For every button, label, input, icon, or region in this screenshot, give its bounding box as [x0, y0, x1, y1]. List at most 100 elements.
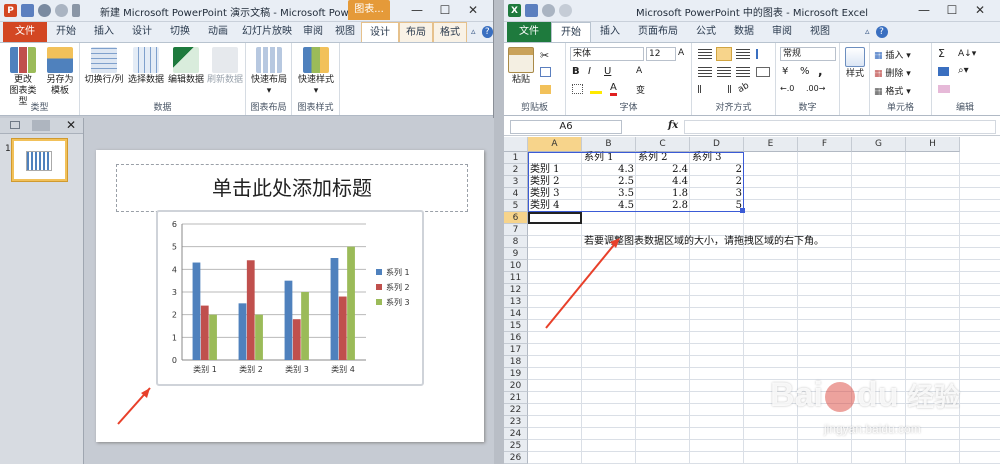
tab-review[interactable]: 审阅 [297, 22, 329, 42]
row-header[interactable]: 22 [504, 404, 528, 416]
customize-toolbar-icon[interactable] [72, 4, 80, 17]
slide-thumbnail[interactable] [12, 139, 67, 181]
save-as-template-button[interactable]: 另存为 模板 [44, 47, 76, 97]
minimize-icon[interactable]: — [403, 0, 431, 20]
autosum-icon[interactable]: Σ [938, 47, 945, 60]
currency-icon[interactable]: ¥ [782, 66, 788, 77]
row-header[interactable]: 14 [504, 308, 528, 320]
font-name-select[interactable]: 宋体 [570, 47, 644, 61]
row-header[interactable]: 13 [504, 296, 528, 308]
font-color-icon[interactable]: A [610, 82, 617, 96]
maximize-icon[interactable]: ☐ [431, 0, 459, 20]
tab-file[interactable]: 文件 [3, 22, 47, 42]
close-icon[interactable]: ✕ [966, 0, 994, 20]
row-header[interactable]: 11 [504, 272, 528, 284]
row-header[interactable]: 20 [504, 380, 528, 392]
save-icon[interactable] [21, 4, 34, 17]
insert-cells-button[interactable]: ▦ 插入 ▾ [874, 48, 911, 61]
save-icon[interactable] [525, 4, 538, 17]
tab-insert[interactable]: 插入 [85, 22, 123, 42]
fill-color-icon[interactable] [590, 84, 602, 94]
row-header[interactable]: 18 [504, 356, 528, 368]
copy-icon[interactable] [540, 67, 551, 77]
close-icon[interactable]: ✕ [459, 0, 487, 20]
column-header[interactable]: H [906, 137, 960, 152]
clustered-bar-chart[interactable]: 0 1 2 3 4 5 6 类别 1 类别 2 类别 3 类别 4 系列 1 系列 2 系列 3 [158, 212, 422, 384]
column-header[interactable]: D [690, 137, 744, 152]
decrease-decimal-icon[interactable]: .00→ [806, 84, 825, 93]
tab-home[interactable]: 开始 [551, 22, 591, 42]
tab-chart-layout[interactable]: 布局 [399, 22, 433, 42]
delete-cells-button[interactable]: ▦ 删除 ▾ [874, 66, 911, 79]
bold-icon[interactable]: B [572, 66, 580, 77]
align-right-icon[interactable] [736, 67, 750, 77]
range-resize-handle[interactable] [740, 208, 745, 213]
row-header[interactable]: 16 [504, 332, 528, 344]
change-chart-type-button[interactable]: 更改 图表类型 [6, 47, 40, 108]
clear-icon[interactable] [938, 85, 950, 93]
powerpoint-app-icon[interactable]: P [4, 4, 17, 17]
tab-design[interactable]: 设计 [123, 22, 161, 42]
redo-icon[interactable] [559, 4, 572, 17]
shrink-font-icon[interactable]: A [636, 66, 642, 76]
align-bottom-icon[interactable] [736, 49, 750, 59]
tab-home[interactable]: 开始 [47, 22, 85, 42]
quick-styles-button[interactable]: 快速样式 ▾ [295, 47, 337, 97]
tab-animations[interactable]: 动画 [199, 22, 237, 42]
grow-font-icon[interactable]: A [678, 48, 684, 58]
row-header[interactable]: 15 [504, 320, 528, 332]
fill-icon[interactable] [938, 67, 949, 76]
help-icon[interactable]: ? [481, 26, 493, 38]
row-header[interactable]: 23 [504, 416, 528, 428]
help-icon[interactable]: ? [875, 26, 888, 38]
tab-view[interactable]: 视图 [329, 22, 361, 42]
active-cell[interactable] [528, 212, 582, 224]
column-header[interactable]: C [636, 137, 690, 152]
ribbon-collapse-icon[interactable]: ▵ [865, 22, 870, 42]
quick-layout-button[interactable]: 快速布局 ▾ [249, 47, 289, 97]
excel-app-icon[interactable]: X [508, 4, 521, 17]
maximize-icon[interactable]: ☐ [938, 0, 966, 20]
row-header[interactable]: 5 [504, 200, 528, 212]
formula-input[interactable] [684, 120, 996, 134]
row-header[interactable]: 7 [504, 224, 528, 236]
cut-icon[interactable]: ✂ [540, 49, 549, 62]
tab-data[interactable]: 数据 [725, 22, 763, 42]
sort-filter-icon[interactable]: A↓▾ [958, 49, 976, 59]
tab-file[interactable]: 文件 [507, 22, 551, 42]
refresh-data-button[interactable]: 刷新数据 [206, 47, 244, 86]
align-middle-icon[interactable] [716, 47, 732, 61]
row-header[interactable]: 1 [504, 152, 528, 164]
slides-tab-icon[interactable] [10, 121, 20, 129]
increase-decimal-icon[interactable]: ←.0 [780, 84, 794, 93]
tab-chart-format[interactable]: 格式 [433, 22, 467, 42]
row-header[interactable]: 10 [504, 260, 528, 272]
styles-button[interactable]: 样式 [842, 47, 868, 80]
minimize-icon[interactable]: — [910, 0, 938, 20]
column-header[interactable]: A [528, 137, 582, 152]
merge-center-icon[interactable] [756, 67, 770, 77]
column-header[interactable]: B [582, 137, 636, 152]
column-header[interactable]: F [798, 137, 852, 152]
row-header[interactable]: 4 [504, 188, 528, 200]
insert-function-icon[interactable]: fx [668, 120, 678, 131]
tab-chart-design[interactable]: 设计 [361, 22, 399, 42]
column-header[interactable]: G [852, 137, 906, 152]
tab-formulas[interactable]: 公式 [687, 22, 725, 42]
orientation-icon[interactable]: ab [736, 81, 751, 95]
row-header[interactable]: 9 [504, 248, 528, 260]
align-top-icon[interactable] [698, 49, 712, 59]
italic-icon[interactable]: I [588, 66, 591, 77]
undo-icon[interactable] [38, 4, 51, 17]
decrease-indent-icon[interactable] [698, 85, 712, 93]
switch-row-column-button[interactable]: 切换行/列 [84, 47, 124, 86]
tab-review[interactable]: 审阅 [763, 22, 801, 42]
row-header[interactable]: 19 [504, 368, 528, 380]
underline-icon[interactable]: U [604, 66, 611, 77]
comma-style-icon[interactable]: , [818, 64, 823, 78]
name-box[interactable]: A6 [510, 120, 622, 134]
align-center-icon[interactable] [717, 67, 731, 77]
format-painter-icon[interactable] [540, 85, 551, 94]
phonetic-icon[interactable]: 变 [636, 83, 645, 96]
font-size-select[interactable]: 12 [646, 47, 676, 61]
